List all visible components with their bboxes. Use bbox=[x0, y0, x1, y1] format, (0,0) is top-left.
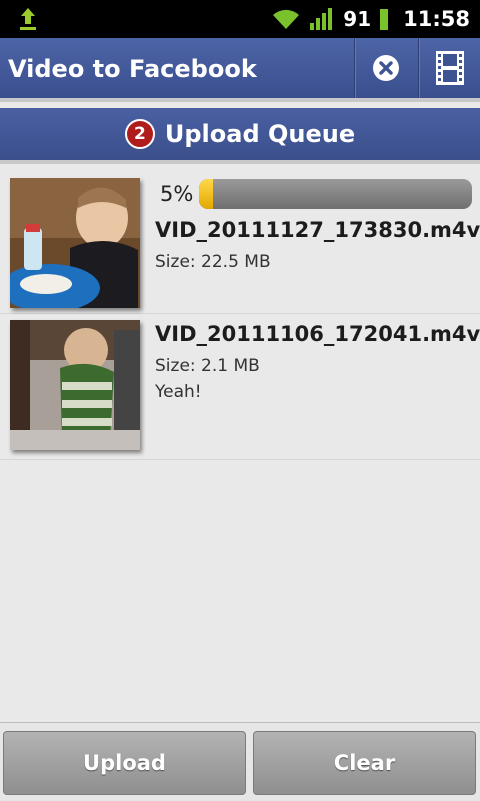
bottom-action-bar: Upload Clear bbox=[0, 722, 480, 801]
upload-button[interactable]: Upload bbox=[3, 731, 246, 795]
upload-notification-icon bbox=[20, 8, 36, 30]
list-item[interactable]: 5% VID_20111127_173830.m4v Size: 22.5 MB bbox=[0, 168, 480, 314]
clear-button[interactable]: Clear bbox=[253, 731, 476, 795]
size-value: 22.5 MB bbox=[201, 252, 271, 272]
upload-queue-header: 2 Upload Queue bbox=[0, 108, 480, 164]
video-size: Size: 2.1 MB bbox=[155, 356, 260, 376]
size-value: 2.1 MB bbox=[201, 356, 260, 376]
queue-title: Upload Queue bbox=[164, 120, 356, 148]
size-label: Size: bbox=[155, 356, 196, 376]
cancel-button[interactable] bbox=[354, 38, 417, 98]
video-filename: VID_20111106_172041.m4v bbox=[155, 322, 480, 346]
upload-progress-fill bbox=[199, 179, 213, 209]
video-caption: Yeah! bbox=[155, 382, 202, 402]
cancel-icon bbox=[373, 55, 399, 81]
video-size: Size: 22.5 MB bbox=[155, 252, 271, 272]
status-bar: 91 11:58 bbox=[0, 0, 480, 38]
signal-icon bbox=[310, 8, 333, 30]
wifi-icon bbox=[273, 9, 300, 29]
video-thumbnail bbox=[10, 320, 140, 450]
battery-level: 91 bbox=[343, 7, 372, 31]
video-filename: VID_20111127_173830.m4v bbox=[155, 218, 480, 242]
film-strip-icon bbox=[436, 51, 464, 85]
list-item[interactable]: VID_20111106_172041.m4v Size: 2.1 MB Yea… bbox=[0, 314, 480, 460]
video-picker-button[interactable] bbox=[418, 38, 480, 98]
queue-count-badge: 2 bbox=[124, 119, 155, 149]
size-label: Size: bbox=[155, 252, 196, 272]
app-title: Video to Facebook bbox=[8, 55, 257, 83]
upload-progress-percent: 5% bbox=[160, 182, 194, 206]
clock: 11:58 bbox=[403, 7, 470, 31]
upload-progress-bar bbox=[199, 179, 472, 209]
upload-queue-list: 5% VID_20111127_173830.m4v Size: 22.5 MB bbox=[0, 168, 480, 460]
app-bar: Video to Facebook bbox=[0, 38, 480, 102]
battery-icon bbox=[380, 9, 389, 30]
video-thumbnail bbox=[10, 178, 140, 308]
